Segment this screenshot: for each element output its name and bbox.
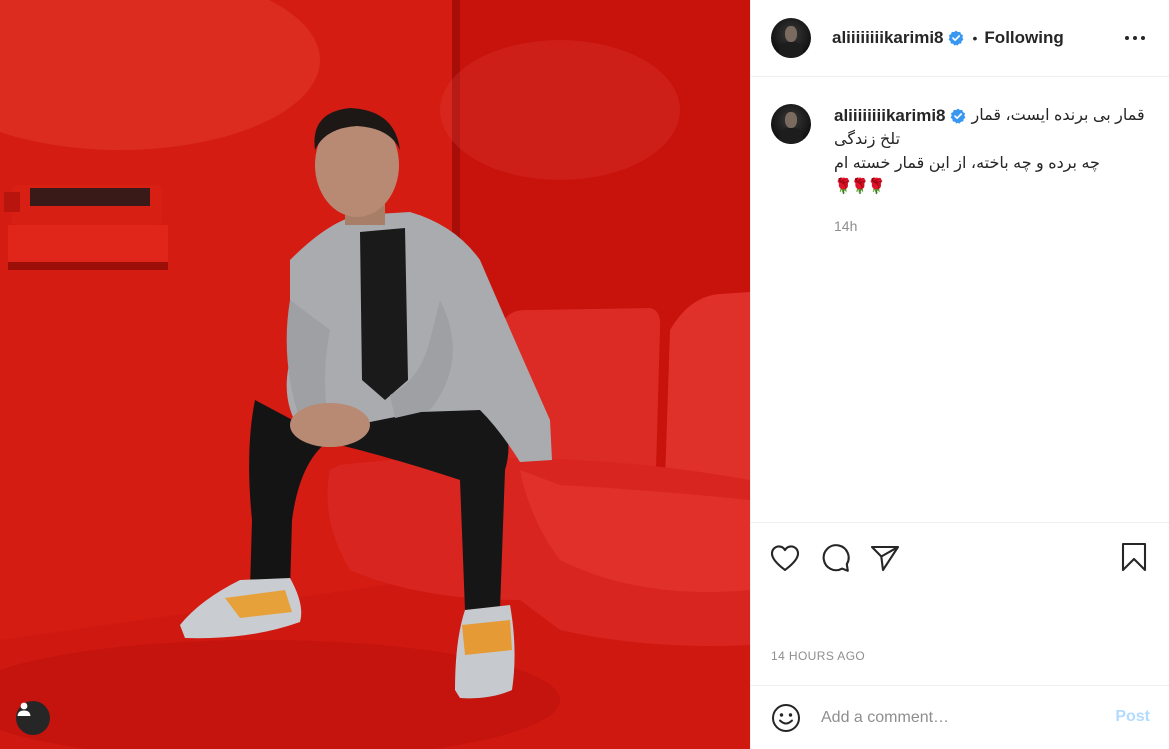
user-tag-button[interactable] (16, 701, 50, 735)
like-button[interactable] (769, 542, 801, 574)
photo-illustration (0, 0, 750, 749)
avatar[interactable] (771, 18, 811, 58)
user-tag-icon (17, 702, 31, 716)
paper-plane-icon (870, 545, 900, 571)
smiley-icon[interactable] (771, 703, 801, 733)
caption-body: aliiiiiiiikarimi8 قمار بی برنده ایست، قم… (834, 104, 1151, 238)
comment-icon (822, 543, 850, 572)
caption: aliiiiiiiikarimi8 قمار بی برنده ایست، قم… (771, 104, 1151, 238)
caption-timestamp[interactable]: 14h (834, 214, 1151, 238)
caption-username[interactable]: aliiiiiiiikarimi8 (834, 104, 946, 128)
share-button[interactable] (869, 542, 901, 574)
bookmark-icon (1121, 542, 1147, 572)
action-bar (751, 522, 1169, 592)
verified-badge-icon (948, 30, 963, 46)
caption-line-3: چه برده و چه باخته، از این قمار خسته ام (834, 155, 1100, 172)
comment-bar: Post (751, 685, 1169, 749)
caption-line-1: قمار بی برنده ایست، قمار (971, 107, 1145, 124)
follow-separator: • (972, 30, 978, 46)
instagram-post: aliiiiiiiikarimi8 • Following aliiiiiiii… (0, 0, 1169, 749)
posted-timestamp[interactable]: 14 HOURS AGO (771, 649, 865, 663)
comment-button[interactable] (819, 542, 851, 574)
verified-badge-icon (950, 108, 965, 124)
comment-input[interactable] (821, 708, 1101, 727)
save-button[interactable] (1118, 541, 1150, 573)
post-photo[interactable] (0, 0, 750, 749)
heart-icon (770, 544, 800, 571)
post-header: aliiiiiiiikarimi8 • Following (751, 0, 1169, 77)
username-link[interactable]: aliiiiiiiikarimi8 (832, 28, 944, 48)
more-options-icon[interactable] (1124, 30, 1146, 46)
caption-first-line: aliiiiiiiikarimi8 قمار بی برنده ایست، قم… (834, 104, 1151, 128)
caption-emojis: 🌹🌹🌹 (834, 178, 886, 195)
caption-avatar[interactable] (771, 104, 811, 144)
post-comment-button[interactable]: Post (1115, 708, 1150, 726)
following-button[interactable]: Following (984, 28, 1063, 48)
post-side-panel: aliiiiiiiikarimi8 • Following aliiiiiiii… (750, 0, 1169, 749)
caption-line-2: تلخ زندگی (834, 131, 901, 148)
